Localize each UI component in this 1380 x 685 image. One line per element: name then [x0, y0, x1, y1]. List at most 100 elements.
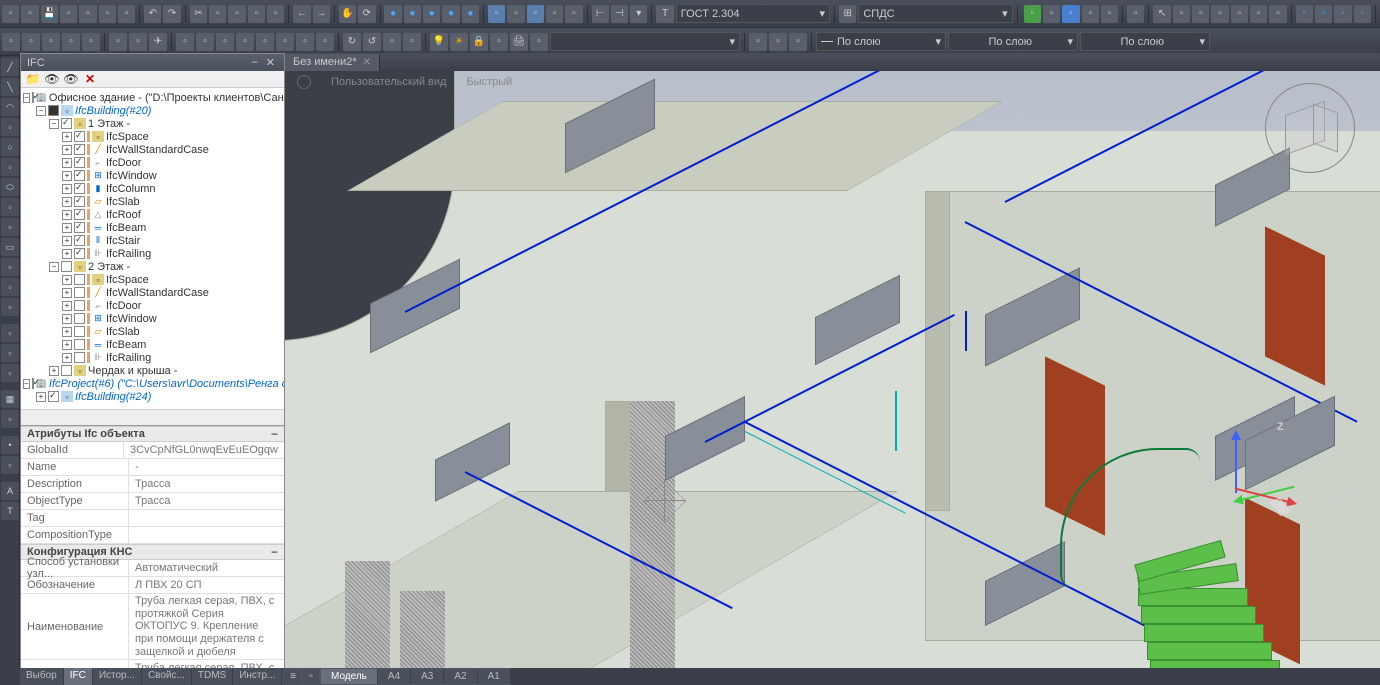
checkbox[interactable]: [61, 365, 72, 376]
tool-icon[interactable]: ▫: [256, 33, 274, 51]
tool-icon[interactable]: ▫: [1315, 5, 1332, 23]
dim-icon[interactable]: ⊣: [611, 5, 628, 23]
line-type-dropdown[interactable]: По слою▾: [816, 32, 946, 51]
expand-icon[interactable]: +: [62, 197, 72, 207]
app-icon[interactable]: ▫: [1062, 5, 1079, 23]
redo-icon[interactable]: ↷: [163, 5, 180, 23]
tool-icon[interactable]: ▫: [276, 33, 294, 51]
expand-icon[interactable]: −: [23, 93, 30, 103]
pan-icon[interactable]: ✋: [339, 5, 356, 23]
tool-icon[interactable]: ▫: [129, 33, 147, 51]
tool-icon[interactable]: ▫: [176, 33, 194, 51]
folder-icon[interactable]: 📁: [25, 71, 41, 87]
layout-icon[interactable]: ≡: [285, 669, 301, 684]
tool-icon[interactable]: ▫: [383, 33, 401, 51]
print-icon[interactable]: 🖨: [510, 33, 528, 51]
tool-icon[interactable]: ✈: [149, 33, 167, 51]
tool-icon[interactable]: ▫: [1192, 5, 1209, 23]
copy-icon[interactable]: ▫: [209, 5, 226, 23]
tool-icon[interactable]: ▫: [1127, 5, 1144, 23]
checkbox[interactable]: [74, 287, 85, 298]
point-icon[interactable]: •: [1, 436, 19, 454]
tool-icon[interactable]: ▫: [267, 5, 284, 23]
mode-icon[interactable]: ▫: [565, 5, 582, 23]
spds-dropdown[interactable]: СПДС▾: [858, 4, 1012, 23]
tool-icon[interactable]: ↖: [1153, 5, 1170, 23]
tool-icon[interactable]: ▫: [1269, 5, 1286, 23]
checkbox[interactable]: [74, 209, 85, 220]
view-cube[interactable]: [1275, 93, 1345, 163]
expand-icon[interactable]: +: [62, 223, 72, 233]
app-icon[interactable]: ▫: [1043, 5, 1060, 23]
tool-icon[interactable]: ▫: [1231, 5, 1248, 23]
tab-tools[interactable]: Инстр...: [233, 668, 282, 685]
tool-icon[interactable]: ▫: [1, 198, 19, 216]
expand-icon[interactable]: +: [49, 366, 59, 376]
expand-icon[interactable]: +: [62, 210, 72, 220]
tool-icon[interactable]: ▫: [216, 33, 234, 51]
tool-icon[interactable]: ▫: [769, 33, 787, 51]
expand-icon[interactable]: +: [62, 301, 72, 311]
line-icon[interactable]: ╱: [1, 58, 19, 76]
expand-icon[interactable]: +: [62, 236, 72, 246]
checkbox[interactable]: [48, 105, 59, 116]
tool-icon[interactable]: ▫: [2, 33, 20, 51]
document-tab[interactable]: Без имени2* ✕: [285, 54, 380, 71]
tool-icon[interactable]: ▫: [1296, 5, 1313, 23]
mode-icon[interactable]: ▫: [527, 5, 544, 23]
print-icon[interactable]: ▫: [60, 5, 77, 23]
text-icon[interactable]: T: [1, 502, 19, 520]
tool-icon[interactable]: ▫: [1, 278, 19, 296]
tool-icon[interactable]: ▫: [490, 33, 508, 51]
tool-icon[interactable]: ▫: [1, 118, 19, 136]
open-icon[interactable]: ▫: [21, 5, 38, 23]
tool-icon[interactable]: ▫: [1354, 5, 1371, 23]
collapse-icon[interactable]: −: [271, 427, 278, 441]
tab-history[interactable]: Истор...: [93, 668, 142, 685]
text-icon[interactable]: A: [1, 482, 19, 500]
expand-icon[interactable]: +: [62, 158, 72, 168]
checkbox[interactable]: [74, 157, 85, 168]
tool-icon[interactable]: ▫: [1211, 5, 1228, 23]
tool-icon[interactable]: ▫: [82, 33, 100, 51]
checkbox[interactable]: [74, 144, 85, 155]
tool-icon[interactable]: ▫: [316, 33, 334, 51]
arrow-left-icon[interactable]: ←: [293, 5, 310, 23]
tab-tdms[interactable]: TDMS: [192, 668, 233, 685]
expand-icon[interactable]: +: [62, 353, 72, 363]
tool-icon[interactable]: ▫: [62, 33, 80, 51]
bulb-icon[interactable]: 💡: [430, 33, 448, 51]
collapse-icon[interactable]: −: [271, 545, 278, 559]
minimize-icon[interactable]: –: [249, 56, 261, 69]
expand-icon[interactable]: +: [62, 171, 72, 181]
tool-icon[interactable]: ▫: [1, 298, 19, 316]
tool-icon[interactable]: ▫: [248, 5, 265, 23]
view-icon[interactable]: ●: [404, 5, 421, 23]
tool-icon[interactable]: ▫: [1173, 5, 1190, 23]
checkbox[interactable]: [74, 131, 85, 142]
view-icon[interactable]: ●: [384, 5, 401, 23]
tool-icon[interactable]: ▫: [1334, 5, 1351, 23]
new-icon[interactable]: ▫: [2, 5, 19, 23]
arc-icon[interactable]: ◠: [1, 98, 19, 116]
tool-icon[interactable]: ▫: [1, 218, 19, 236]
expand-icon[interactable]: −: [49, 262, 59, 272]
tab-props[interactable]: Свойс...: [142, 668, 192, 685]
polyline-icon[interactable]: ╲: [1, 78, 19, 96]
tool-icon[interactable]: ▫: [1, 344, 19, 362]
ifc-tree[interactable]: −🏢Офисное здание - ("D:\Проекты клиентов…: [21, 88, 284, 426]
checkbox[interactable]: [74, 170, 85, 181]
checkbox[interactable]: [74, 339, 85, 350]
circle-icon[interactable]: ○: [1, 138, 19, 156]
checkbox[interactable]: [74, 183, 85, 194]
save-icon[interactable]: 💾: [41, 5, 58, 23]
checkbox[interactable]: [32, 92, 34, 103]
close-tab-icon[interactable]: ✕: [363, 57, 371, 68]
expand-icon[interactable]: +: [62, 327, 72, 337]
lock-icon[interactable]: 🔒: [470, 33, 488, 51]
eye-icon[interactable]: 👁: [44, 71, 60, 87]
dim-icon[interactable]: ⊢: [592, 5, 609, 23]
expand-icon[interactable]: −: [23, 379, 30, 389]
expand-icon[interactable]: +: [62, 340, 72, 350]
tab-a4[interactable]: A4: [378, 669, 411, 684]
